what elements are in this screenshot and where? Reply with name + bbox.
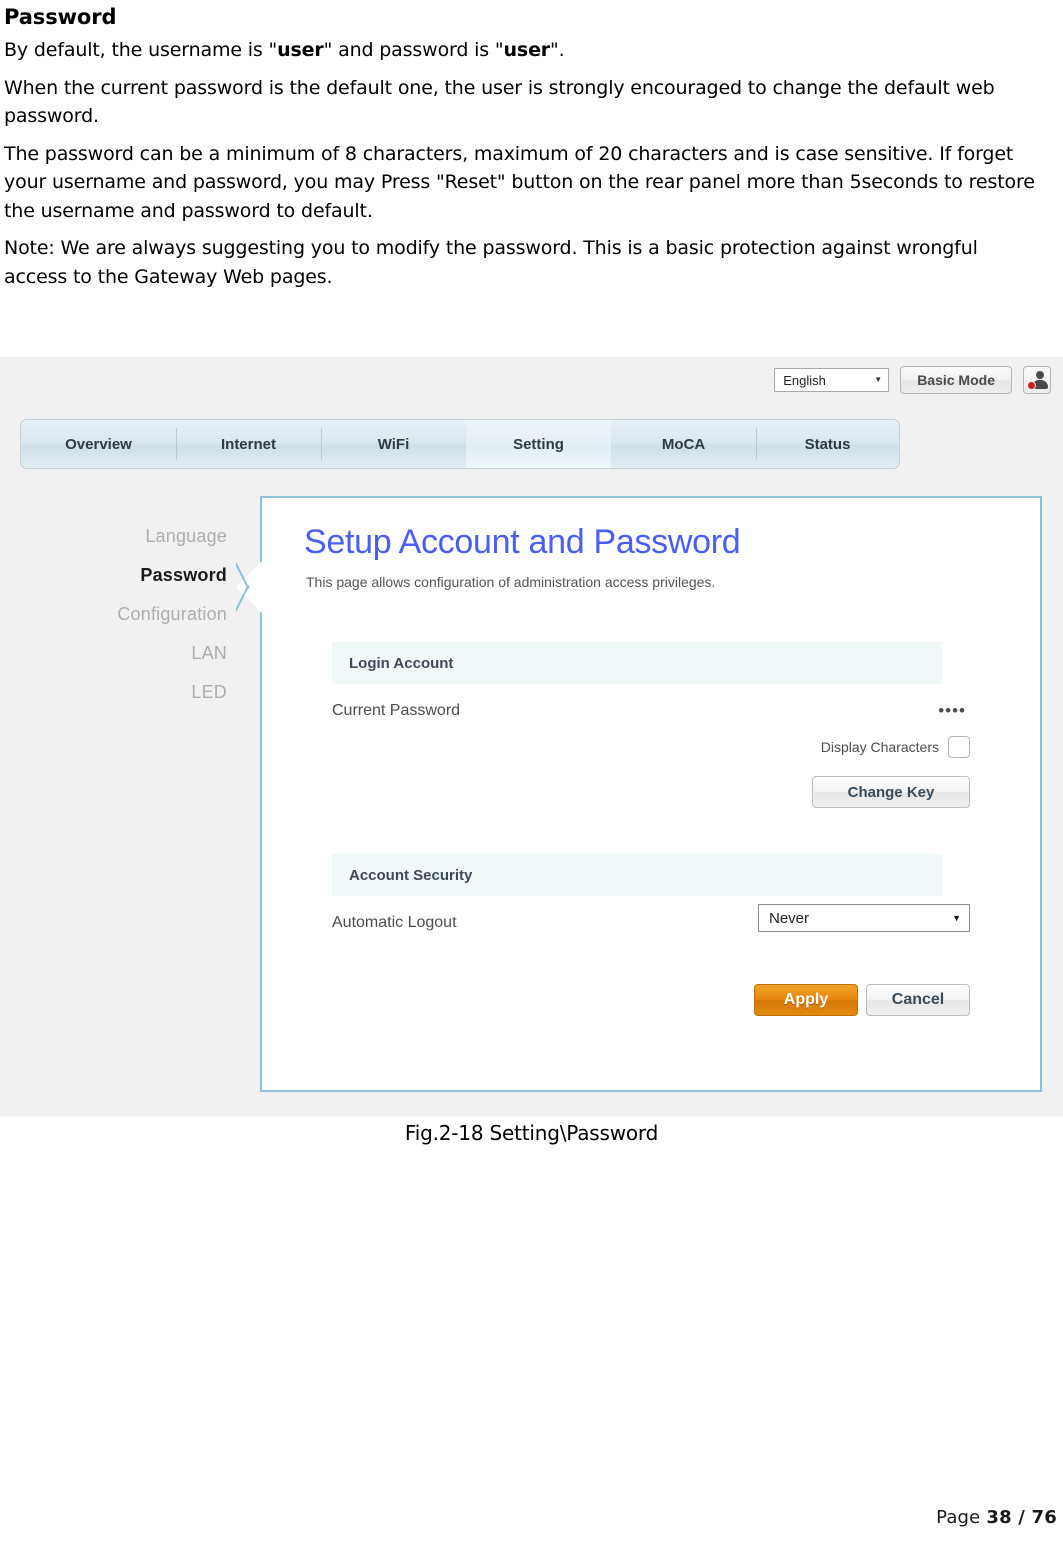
text-run-bold: user bbox=[503, 39, 551, 62]
page-footer: Page 38 / 76 bbox=[936, 1507, 1057, 1528]
text-run: " and password is " bbox=[323, 39, 504, 62]
page-title: Password bbox=[4, 5, 117, 29]
chevron-down-icon: ▼ bbox=[952, 912, 961, 923]
user-head-shape bbox=[1036, 371, 1044, 379]
panel-subheading: This page allows configuration of admini… bbox=[306, 574, 716, 590]
sidebar-item-password[interactable]: Password bbox=[0, 556, 245, 595]
apply-button[interactable]: Apply bbox=[754, 984, 858, 1016]
section-header-login-account: Login Account bbox=[332, 642, 942, 684]
text-run: By default, the username is " bbox=[4, 39, 278, 62]
language-select[interactable]: English ▼ bbox=[774, 368, 890, 392]
change-key-button[interactable]: Change Key bbox=[812, 776, 970, 808]
current-password-value[interactable]: •••• bbox=[938, 702, 966, 719]
tab-moca[interactable]: MoCA bbox=[611, 420, 756, 468]
display-characters-checkbox[interactable] bbox=[948, 736, 970, 758]
sidebar-item-lan[interactable]: LAN bbox=[0, 634, 245, 673]
content-panel: Setup Account and Password This page all… bbox=[260, 496, 1042, 1092]
user-account-icon[interactable] bbox=[1023, 366, 1051, 394]
utility-bar: English ▼ Basic Mode bbox=[774, 366, 1051, 394]
tab-status[interactable]: Status bbox=[756, 420, 899, 468]
gear-badge-icon bbox=[1027, 381, 1036, 390]
panel-heading: Setup Account and Password bbox=[304, 523, 741, 561]
tab-setting[interactable]: Setting bbox=[466, 420, 611, 468]
sidebar-item-configuration[interactable]: Configuration bbox=[0, 595, 245, 634]
document-body: Password By default, the username is "us… bbox=[0, 0, 1063, 291]
paragraph-note: Note: We are always suggesting you to mo… bbox=[4, 237, 978, 288]
settings-sidebar: Language Password Configuration LAN LED bbox=[0, 517, 245, 712]
paragraph-change-default: When the current password is the default… bbox=[4, 76, 995, 128]
section-header-account-security: Account Security bbox=[332, 854, 942, 896]
chevron-down-icon: ▼ bbox=[874, 375, 883, 384]
notch-seam-cover bbox=[258, 563, 262, 611]
tab-overview[interactable]: Overview bbox=[21, 420, 176, 468]
router-ui-screenshot: English ▼ Basic Mode Overview Internet W… bbox=[0, 357, 1063, 1117]
basic-mode-button[interactable]: Basic Mode bbox=[900, 366, 1012, 394]
language-select-value: English bbox=[783, 372, 826, 388]
label-automatic-logout: Automatic Logout bbox=[332, 914, 457, 931]
label-current-password: Current Password bbox=[332, 702, 461, 719]
text-run-bold: user bbox=[277, 39, 324, 62]
paragraph-default-credentials: By default, the username is "user" and p… bbox=[0, 30, 1063, 65]
sidebar-item-language[interactable]: Language bbox=[0, 517, 245, 556]
paragraph-password-rules: The password can be a minimum of 8 chara… bbox=[4, 142, 1035, 222]
tab-wifi[interactable]: WiFi bbox=[321, 420, 466, 468]
sidebar-item-led[interactable]: LED bbox=[0, 673, 245, 712]
footer-prefix: Page bbox=[936, 1507, 987, 1528]
main-navigation-tabs: Overview Internet WiFi Setting MoCA Stat… bbox=[20, 419, 900, 469]
figure-caption: Fig.2-18 Setting\Password bbox=[404, 1121, 659, 1145]
automatic-logout-value: Never bbox=[769, 909, 810, 927]
tab-internet[interactable]: Internet bbox=[176, 420, 321, 468]
cancel-button[interactable]: Cancel bbox=[866, 984, 970, 1016]
label-display-characters: Display Characters bbox=[820, 739, 939, 755]
footer-page-numbers: 38 / 76 bbox=[986, 1507, 1057, 1528]
text-run: ". bbox=[550, 39, 565, 62]
automatic-logout-select[interactable]: Never ▼ bbox=[758, 904, 970, 932]
display-characters-row: Display Characters bbox=[821, 736, 970, 758]
panel-action-buttons: Apply Cancel bbox=[754, 984, 970, 1016]
